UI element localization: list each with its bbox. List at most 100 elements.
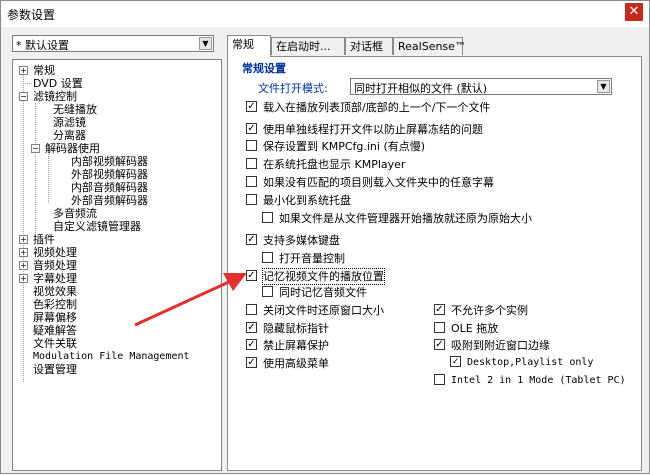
- tab-label: 对话框: [350, 40, 383, 53]
- checkbox[interactable]: [434, 322, 445, 333]
- collapse-icon[interactable]: −: [19, 92, 28, 101]
- option-label: 同时记忆音频文件: [279, 286, 367, 299]
- checkbox[interactable]: [246, 176, 257, 187]
- checkbox[interactable]: ✓: [246, 322, 257, 333]
- tree-item-external-audio-decoder[interactable]: 外部音频解码器: [71, 194, 148, 207]
- expand-icon[interactable]: +: [19, 235, 28, 244]
- tree-item-label: 解码器使用: [45, 142, 100, 155]
- tab-label: 在启动时...: [276, 40, 331, 53]
- tree-item-external-video-decoder[interactable]: 外部视频解码器: [71, 168, 148, 181]
- checkbox[interactable]: ✓: [434, 339, 445, 350]
- checkbox[interactable]: ✓: [434, 304, 445, 315]
- chevron-down-icon[interactable]: ▼: [199, 37, 212, 50]
- option-label: Desktop,Playlist only: [467, 357, 594, 368]
- tab-dialogs[interactable]: 对话框: [345, 37, 393, 55]
- chevron-down-icon[interactable]: ▼: [597, 80, 610, 93]
- checkbox[interactable]: ✓: [246, 123, 257, 134]
- tab-on-startup[interactable]: 在启动时...: [271, 37, 345, 55]
- tree-item-label: 设置管理: [33, 363, 77, 376]
- tree-item-screen-offset[interactable]: 屏幕偏移: [33, 311, 77, 324]
- section-title: 常规设置: [242, 62, 286, 75]
- tab-realsense[interactable]: RealSense™: [393, 37, 466, 55]
- title-bar: 参数设置 ✕: [1, 1, 649, 27]
- tree-item-label: DVD 设置: [33, 77, 83, 90]
- option-label: 如果没有匹配的项目则载入文件夹中的任意字幕: [263, 176, 494, 189]
- tree-item-label: 疑难解答: [33, 324, 77, 337]
- tab-label: RealSense™: [398, 40, 466, 53]
- option-label: 吸附到附近窗口边缘: [451, 339, 550, 352]
- tree-item-file-association[interactable]: 文件关联: [33, 337, 77, 350]
- tree-item-modulation-file-management[interactable]: Modulation File Management: [33, 350, 190, 363]
- tree-item-label: 音频处理: [33, 259, 77, 272]
- option-label: 最小化到系统托盘: [263, 194, 351, 207]
- checkbox[interactable]: ✓: [246, 357, 257, 368]
- tree-line: [23, 70, 24, 382]
- tree-item-custom-filter-manager[interactable]: 自定义滤镜管理器: [53, 220, 141, 233]
- settings-tree[interactable]: + 常规 DVD 设置 − 滤镜控制 无缝播放 源滤镜 分离器 − 解码器使用 …: [12, 59, 222, 471]
- checkbox[interactable]: ✓: [246, 234, 257, 245]
- tree-item-troubleshooting[interactable]: 疑难解答: [33, 324, 77, 337]
- tree-item-label: 字幕处理: [33, 272, 77, 285]
- tree-item-label: 外部视频解码器: [71, 168, 148, 181]
- tree-item-seamless[interactable]: 无缝播放: [53, 103, 97, 116]
- tree-item-source-filter[interactable]: 源滤镜: [53, 116, 86, 129]
- tree-item-label: 视频处理: [33, 246, 77, 259]
- profile-select[interactable]: * 默认设置 ▼: [12, 35, 214, 52]
- expand-icon[interactable]: +: [19, 274, 28, 283]
- file-open-mode-select[interactable]: 同时打开相似的文件 (默认) ▼: [350, 78, 612, 95]
- tree-item-splitter[interactable]: 分离器: [53, 129, 86, 142]
- tree-line: [23, 83, 32, 84]
- tree-item-label: 插件: [33, 233, 55, 246]
- tree-item-visual-effects[interactable]: 视觉效果: [33, 285, 77, 298]
- option-label: Intel 2 in 1 Mode (Tablet PC): [451, 375, 626, 386]
- tree-item-dvd[interactable]: DVD 设置: [33, 77, 83, 90]
- expand-icon[interactable]: +: [19, 248, 28, 257]
- expand-icon[interactable]: +: [19, 261, 28, 270]
- tree-item-label: 滤镜控制: [33, 90, 77, 103]
- tree-item-label: 源滤镜: [53, 116, 86, 129]
- option-label: 记忆视频文件的播放位置: [262, 268, 385, 285]
- file-open-mode-value: 同时打开相似的文件 (默认): [354, 82, 488, 95]
- option-label: 保存设置到 KMPCfg.ini (有点慢): [263, 140, 426, 153]
- collapse-icon[interactable]: −: [31, 144, 40, 153]
- checkbox[interactable]: ✓: [450, 356, 461, 367]
- option-label: 使用高级菜单: [263, 357, 329, 370]
- checkbox[interactable]: [262, 212, 273, 223]
- general-panel: 常规设置 文件打开模式: 同时打开相似的文件 (默认) ▼ ✓ 载入在播放列表顶部…: [227, 56, 642, 471]
- tree-item-multi-audio[interactable]: 多音频流: [53, 207, 97, 220]
- close-button[interactable]: ✕: [625, 3, 643, 21]
- tree-item-label: 屏幕偏移: [33, 311, 77, 324]
- tree-item-settings-management[interactable]: 设置管理: [33, 363, 77, 376]
- checkbox[interactable]: [262, 286, 273, 297]
- tab-label: 常规: [232, 38, 254, 51]
- tree-item-label: 内部音频解码器: [71, 181, 148, 194]
- checkbox[interactable]: [246, 194, 257, 205]
- checkbox[interactable]: ✓: [246, 101, 257, 112]
- checkbox[interactable]: [246, 304, 257, 315]
- checkbox[interactable]: [246, 158, 257, 169]
- option-label: 不允许多个实例: [451, 304, 528, 317]
- tree-item-color-control[interactable]: 色彩控制: [33, 298, 77, 311]
- checkbox[interactable]: ✓: [246, 339, 257, 350]
- expand-icon[interactable]: +: [19, 66, 28, 75]
- checkbox[interactable]: [246, 140, 257, 151]
- file-open-mode-label: 文件打开模式:: [258, 82, 328, 95]
- option-label: 使用单独线程打开文件以防止屏幕冻结的问题: [263, 123, 483, 136]
- tree-item-label: 外部音频解码器: [71, 194, 148, 207]
- tree-item-label: 自定义滤镜管理器: [53, 220, 141, 233]
- tree-item-label: 无缝播放: [53, 103, 97, 116]
- tree-item-internal-audio-decoder[interactable]: 内部音频解码器: [71, 181, 148, 194]
- tree-item-label: 多音频流: [53, 207, 97, 220]
- option-label: 支持多媒体键盘: [263, 234, 340, 247]
- option-label: 关闭文件时还原窗口大小: [263, 304, 384, 317]
- tree-item-internal-video-decoder[interactable]: 内部视频解码器: [71, 155, 148, 168]
- profile-select-value: * 默认设置: [16, 39, 69, 52]
- checkbox[interactable]: [434, 374, 445, 385]
- option-label: 如果文件是从文件管理器开始播放就还原为原始大小: [279, 212, 532, 225]
- tab-general[interactable]: 常规: [227, 35, 271, 57]
- tree-item-label: 常规: [33, 64, 55, 77]
- checkbox[interactable]: ✓: [246, 270, 257, 281]
- option-label: 打开音量控制: [279, 252, 345, 265]
- tree-item-label: 分离器: [53, 129, 86, 142]
- checkbox[interactable]: [262, 252, 273, 263]
